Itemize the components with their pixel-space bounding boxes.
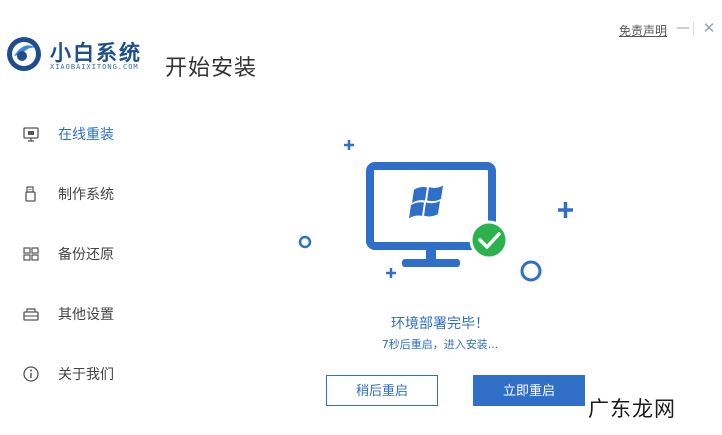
xiaobai-logo-icon [7,37,41,71]
sidebar-item-backup-restore[interactable]: 备份还原 [0,239,150,269]
sidebar-item-label: 关于我们 [58,367,114,383]
sidebar-item-about-us[interactable]: 关于我们 [0,359,150,389]
install-complete-illustration [298,140,573,282]
settings-box-icon [23,308,39,321]
restart-countdown: 7秒后重启，进入安装... [381,338,499,351]
sidebar-item-online-reinstall[interactable]: 在线重装 [0,119,150,149]
decor-plus-icon [386,268,396,278]
restart-later-button[interactable]: 稍后重启 [326,375,438,406]
sidebar-item-other-settings[interactable]: 其他设置 [0,299,150,329]
page-title: 开始安装 [165,56,258,81]
installer-window: 小白系统 XIAOBAIXITONG.COM 开始安装 免责声明 — ✕ 在线重… [0,0,722,435]
watermark-text: 广东龙网 [588,397,676,421]
monitor-icon [23,127,39,142]
success-check-icon [469,220,509,260]
sidebar-item-label: 备份还原 [58,247,114,263]
brand-subtitle: XIAOBAIXITONG.COM [50,63,139,71]
close-button[interactable]: ✕ [700,18,718,38]
info-icon [23,366,39,382]
sidebar-item-label: 其他设置 [58,307,114,323]
decor-plus-icon [558,202,573,218]
status-message: 环境部署完毕！ [391,316,489,332]
decor-ring-icon [298,235,312,249]
sidebar-item-label: 在线重装 [58,127,114,143]
decor-plus-icon [344,140,354,150]
disclaimer-link[interactable]: 免责声明 [619,22,667,39]
backup-icon [23,247,39,261]
sidebar-item-label: 制作系统 [58,187,114,203]
title-bar-divider [693,22,694,36]
restart-now-button[interactable]: 立即重启 [473,375,585,406]
decor-ring-icon [520,260,542,282]
usb-drive-icon [25,186,36,202]
minimize-button[interactable]: — [674,18,692,38]
sidebar-item-make-system[interactable]: 制作系统 [0,179,150,209]
